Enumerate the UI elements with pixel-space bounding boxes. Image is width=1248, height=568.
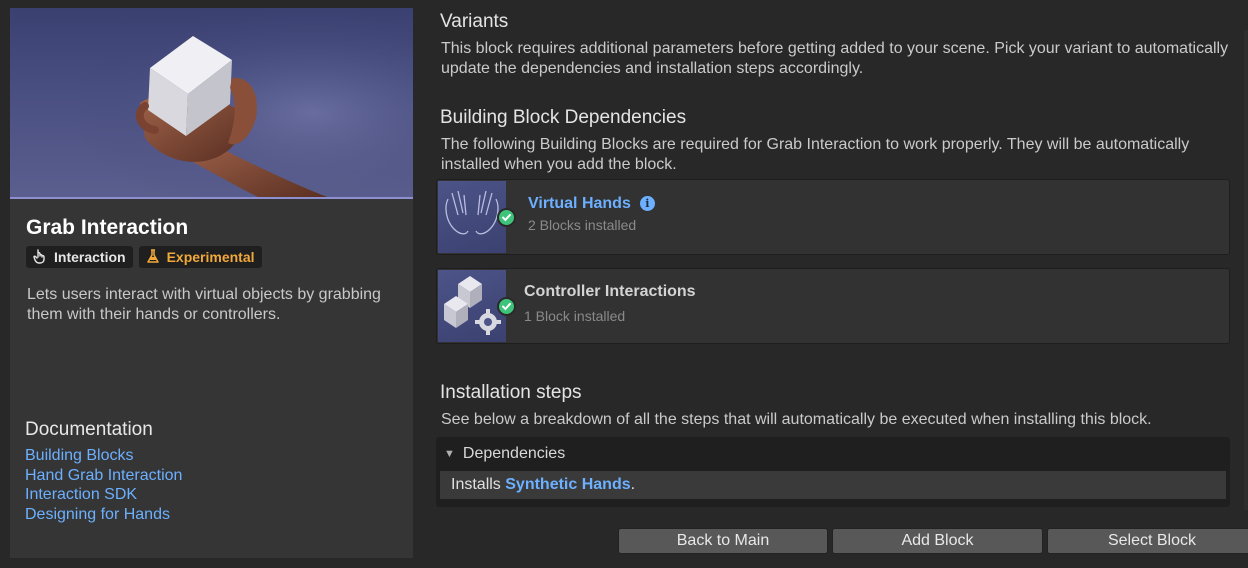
info-icon[interactable]: i xyxy=(639,196,655,211)
block-hero-image xyxy=(10,8,413,198)
grab-hand-cube-illustration xyxy=(10,8,413,198)
installation-heading: Installation steps xyxy=(440,382,582,403)
dependency-name[interactable]: Virtual Hands i xyxy=(528,195,655,213)
dependency-name-label: Virtual Hands xyxy=(528,195,631,212)
dependencies-body: The following Building Blocks are requir… xyxy=(441,136,1190,173)
hero-divider xyxy=(10,197,413,199)
select-block-button[interactable]: Select Block xyxy=(1047,528,1248,554)
back-to-main-button[interactable]: Back to Main xyxy=(618,528,828,554)
variants-heading: Variants xyxy=(440,11,509,32)
dependency-card-virtual-hands[interactable]: Virtual Hands i 2 Blocks installed xyxy=(436,179,1230,255)
documentation-links: Building Blocks Hand Grab Interaction In… xyxy=(25,446,182,524)
foldout-header[interactable]: ▼ Dependencies xyxy=(444,445,565,463)
dependency-name[interactable]: Controller Interactions xyxy=(524,283,696,301)
flask-icon xyxy=(145,248,161,267)
installed-check-icon xyxy=(497,297,516,316)
block-tags: Interaction Experimental xyxy=(26,246,262,268)
doc-link-interaction-sdk[interactable]: Interaction SDK xyxy=(25,485,182,505)
triangle-down-icon: ▼ xyxy=(444,448,455,460)
block-title: Grab Interaction xyxy=(26,216,189,239)
doc-link-designing-for-hands[interactable]: Designing for Hands xyxy=(25,505,182,525)
installation-step: Installs Synthetic Hands. xyxy=(440,471,1226,499)
controller-interactions-thumbnail xyxy=(438,270,506,342)
tag-label: Interaction xyxy=(54,249,126,265)
block-details-panel: Grab Interaction Interaction Experimenta… xyxy=(10,8,413,558)
dependencies-heading: Building Block Dependencies xyxy=(440,107,687,128)
doc-link-hand-grab-interaction[interactable]: Hand Grab Interaction xyxy=(25,466,182,486)
variants-body: This block requires additional parameter… xyxy=(441,40,1229,77)
virtual-hands-thumbnail xyxy=(438,181,506,253)
scrollbar[interactable] xyxy=(1244,30,1248,510)
add-block-button[interactable]: Add Block xyxy=(832,528,1043,554)
step-suffix: . xyxy=(630,476,636,493)
installed-check-icon xyxy=(497,208,516,227)
doc-link-building-blocks[interactable]: Building Blocks xyxy=(25,446,182,466)
tag-interaction[interactable]: Interaction xyxy=(26,246,133,268)
dependency-status: 2 Blocks installed xyxy=(528,217,637,233)
dependency-card-controller-interactions[interactable]: Controller Interactions 1 Block installe… xyxy=(436,268,1230,344)
block-info-area: Variants This block requires additional … xyxy=(436,0,1248,568)
tag-experimental[interactable]: Experimental xyxy=(138,246,262,268)
foldout-label: Dependencies xyxy=(462,445,566,462)
step-prefix: Installs xyxy=(451,476,501,493)
dependencies-foldout: ▼ Dependencies Installs Synthetic Hands. xyxy=(436,437,1230,507)
dependency-status: 1 Block installed xyxy=(524,308,626,324)
documentation-heading: Documentation xyxy=(25,419,153,440)
installation-body: See below a breakdown of all the steps t… xyxy=(441,411,1152,428)
tag-label: Experimental xyxy=(166,249,255,265)
step-link-synthetic-hands[interactable]: Synthetic Hands xyxy=(505,476,630,493)
hand-pointer-icon xyxy=(32,248,48,267)
block-description: Lets users interact with virtual objects… xyxy=(27,286,381,323)
